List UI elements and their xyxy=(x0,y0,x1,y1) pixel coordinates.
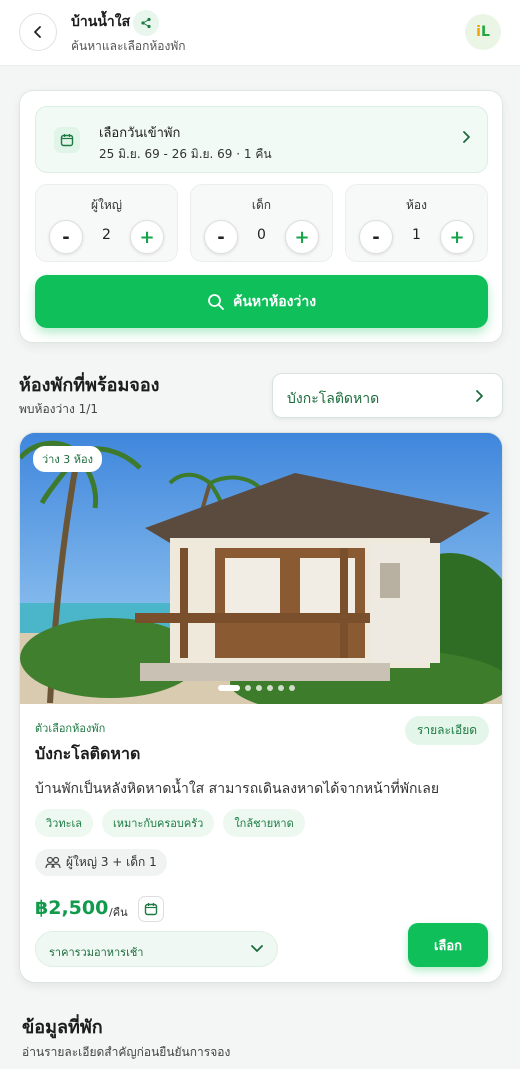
rooms-section-title: ห้องพักที่พร้อมจอง xyxy=(19,375,160,396)
room-type-filter-label: บังกะโลติดหาด xyxy=(287,391,380,407)
people-icon xyxy=(45,856,61,868)
chevron-right-icon xyxy=(476,390,483,402)
logo-letter-l: L xyxy=(480,24,490,40)
brand-logo[interactable]: iL xyxy=(465,14,501,50)
carousel-dot[interactable] xyxy=(278,685,284,691)
room-photo[interactable]: ว่าง 3 ห้อง xyxy=(20,433,502,704)
adults-plus-button[interactable]: + xyxy=(130,220,164,254)
guest-capacity-text: ผู้ใหญ่ 3 + เด็ก 1 xyxy=(66,855,157,869)
calendar-icon xyxy=(54,127,80,153)
per-night-label: /คืน xyxy=(109,906,128,919)
children-plus-button[interactable]: + xyxy=(285,220,319,254)
rooms-found-count: พบห้องว่าง 1/1 xyxy=(19,402,98,416)
children-label: เด็ก xyxy=(251,198,272,212)
search-rooms-label: ค้นหาห้องว่าง xyxy=(232,293,317,310)
app-header: บ้านน้ำใส ค้นหาและเลือกห้องพัก iL xyxy=(0,0,520,66)
details-button[interactable]: รายละเอียด xyxy=(405,716,489,745)
calendar-icon xyxy=(144,903,158,916)
room-type-filter[interactable]: บังกะโลติดหาด xyxy=(272,373,503,418)
carousel-dot[interactable] xyxy=(245,685,251,691)
chevron-right-icon xyxy=(463,131,470,143)
carousel-dot[interactable] xyxy=(218,685,240,691)
page-subtitle: ค้นหาและเลือกห้องพัก xyxy=(71,39,186,53)
property-info-subtitle: อ่านรายละเอียดสำคัญก่อนยืนยันการจอง xyxy=(22,1045,231,1059)
date-picker-row[interactable]: เลือกวันเข้าพัก 25 มิ.ย. 69 - 26 มิ.ย. 6… xyxy=(35,106,488,173)
share-icon xyxy=(141,17,151,29)
chevron-down-icon xyxy=(251,945,263,952)
bungalow-illustration xyxy=(20,433,502,704)
property-info-title: ข้อมูลที่พัก xyxy=(22,1017,103,1038)
room-name: บังกะโลติดหาด xyxy=(35,744,141,763)
carousel-dot[interactable] xyxy=(289,685,295,691)
guest-capacity-chip: ผู้ใหญ่ 3 + เด็ก 1 xyxy=(35,849,167,876)
room-description: บ้านพักเป็นหลังหิดหาดน้ำใส สามารถเดินลงห… xyxy=(35,781,440,797)
room-option-label: ตัวเลือกห้องพัก xyxy=(35,722,106,735)
date-label: เลือกวันเข้าพัก xyxy=(99,126,181,141)
room-tags: วิวทะเล เหมาะกับครอบครัว ใกล้ชายหาด xyxy=(35,809,305,837)
image-carousel-dots[interactable] xyxy=(218,685,295,691)
room-price: ฿2,500 xyxy=(35,897,109,919)
meal-option-value: ราคารวมอาหารเช้า xyxy=(49,946,144,959)
carousel-dot[interactable] xyxy=(267,685,273,691)
page-title: บ้านน้ำใส xyxy=(71,14,131,30)
room-tag: วิวทะเล xyxy=(35,809,94,837)
search-icon xyxy=(208,293,224,310)
room-card: ว่าง 3 ห้อง ตัวเลือกห้องพัก รายละเอียด บ… xyxy=(19,432,503,983)
choose-room-button[interactable]: เลือก xyxy=(408,923,488,967)
adults-label: ผู้ใหญ่ xyxy=(90,198,123,212)
search-rooms-button[interactable]: ค้นหาห้องว่าง xyxy=(35,275,488,328)
price-calendar-button[interactable] xyxy=(138,896,164,922)
rooms-plus-button[interactable]: + xyxy=(440,220,474,254)
room-tag: เหมาะกับครอบครัว xyxy=(102,809,215,837)
booking-card: เลือกวันเข้าพัก 25 มิ.ย. 69 - 26 มิ.ย. 6… xyxy=(19,90,503,343)
children-counter: เด็ก - 0 + xyxy=(190,184,333,262)
availability-badge: ว่าง 3 ห้อง xyxy=(33,446,102,472)
adults-counter: ผู้ใหญ่ - 2 + xyxy=(35,184,178,262)
share-button[interactable] xyxy=(133,10,159,36)
meal-option-select[interactable]: ราคารวมอาหารเช้า xyxy=(35,931,278,967)
carousel-dot[interactable] xyxy=(256,685,262,691)
room-tag: ใกล้ชายหาด xyxy=(223,809,305,837)
rooms-label: ห้อง xyxy=(406,198,427,212)
chevron-left-icon xyxy=(34,26,41,38)
date-value: 25 มิ.ย. 69 - 26 มิ.ย. 69 · 1 คืน xyxy=(99,147,272,161)
back-button[interactable] xyxy=(19,13,57,51)
rooms-counter: ห้อง - 1 + xyxy=(345,184,488,262)
